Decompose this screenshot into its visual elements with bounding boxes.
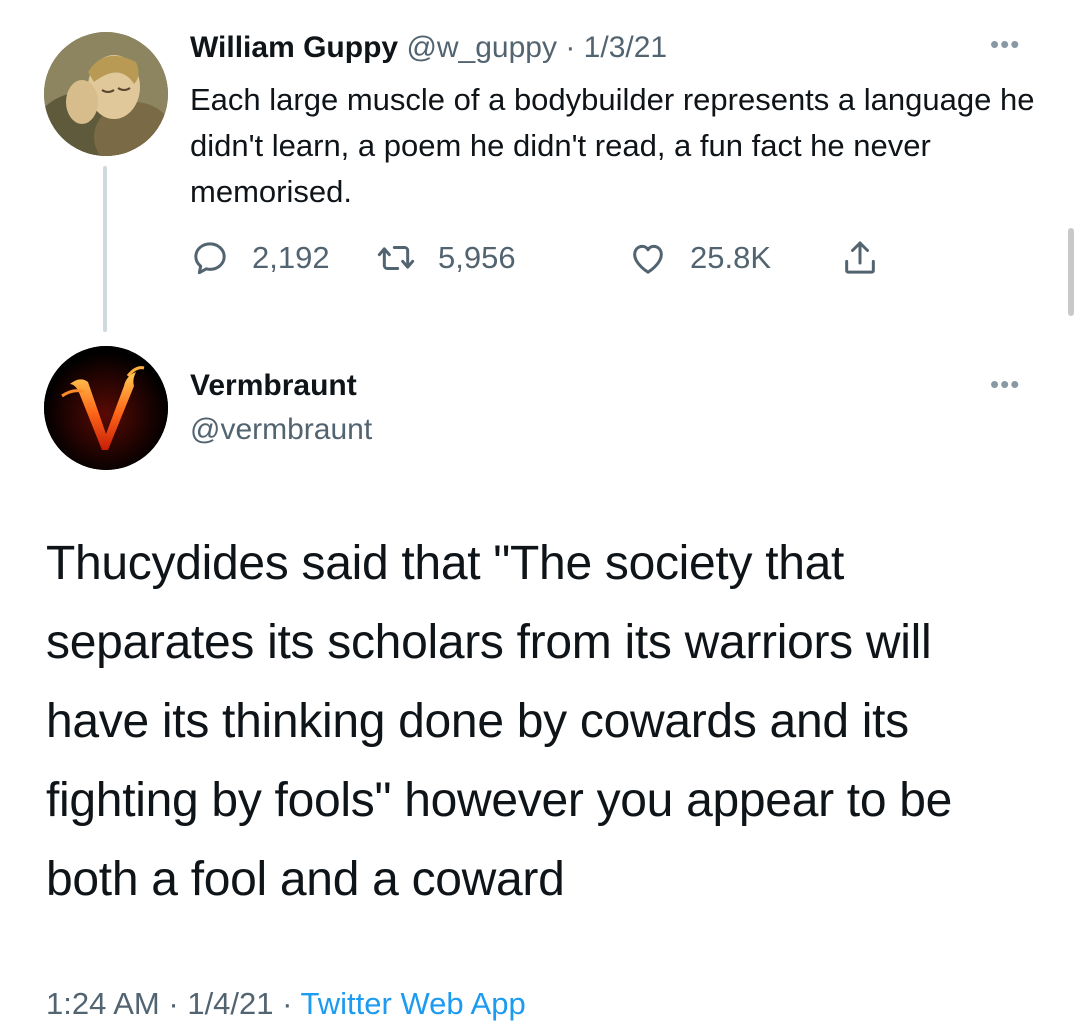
reply-button[interactable]: 2,192 [190,234,330,282]
reply-tweet-time[interactable]: 1:24 AM [46,986,160,1021]
reply-tweet-text: Thucydides said that "The society that s… [46,537,953,906]
retweet-icon [377,246,415,270]
thread-connector-line [103,166,107,332]
original-author-name[interactable]: William Guppy [190,31,398,64]
avatar-vermbraunt[interactable] [44,346,168,470]
share-button[interactable] [840,234,880,282]
reply-author-name[interactable]: Vermbraunt [190,366,357,406]
original-tweet-date[interactable]: 1/3/21 [584,31,667,64]
portrait-avatar-image [44,32,168,156]
reply-tweet-metadata: 1:24 AM · 1/4/21 · Twitter Web App [46,984,526,1024]
original-tweet-actions: 2,192 5,956 25.8K [190,234,910,282]
fiery-v-logo-image [44,346,168,470]
reply-tweet-source-link[interactable]: Twitter Web App [301,986,526,1021]
avatar-william-guppy[interactable] [44,32,168,156]
reply-author-handle[interactable]: @vermbraunt [190,410,372,450]
reply-count: 2,192 [252,240,330,275]
retweet-count: 5,956 [438,240,516,275]
header-separator: · [565,31,576,64]
share-icon [845,241,875,274]
meta-separator-2: · [282,986,293,1021]
reply-more-icon[interactable]: ••• [990,371,1020,397]
like-count: 25.8K [690,240,772,275]
reply-icon [194,242,226,275]
meta-separator-1: · [168,986,179,1021]
scrollbar[interactable] [1068,228,1074,316]
heart-icon [633,244,663,274]
original-more-icon[interactable]: ••• [990,31,1020,57]
like-button[interactable]: 25.8K [628,234,771,282]
original-tweet-header: William Guppy @w_guppy · 1/3/21 [190,28,667,68]
original-author-handle[interactable]: @w_guppy [406,31,557,64]
retweet-button[interactable]: 5,956 [376,234,516,282]
original-tweet-text: Each large muscle of a bodybuilder repre… [190,82,1035,209]
reply-tweet-date[interactable]: 1/4/21 [187,986,273,1021]
